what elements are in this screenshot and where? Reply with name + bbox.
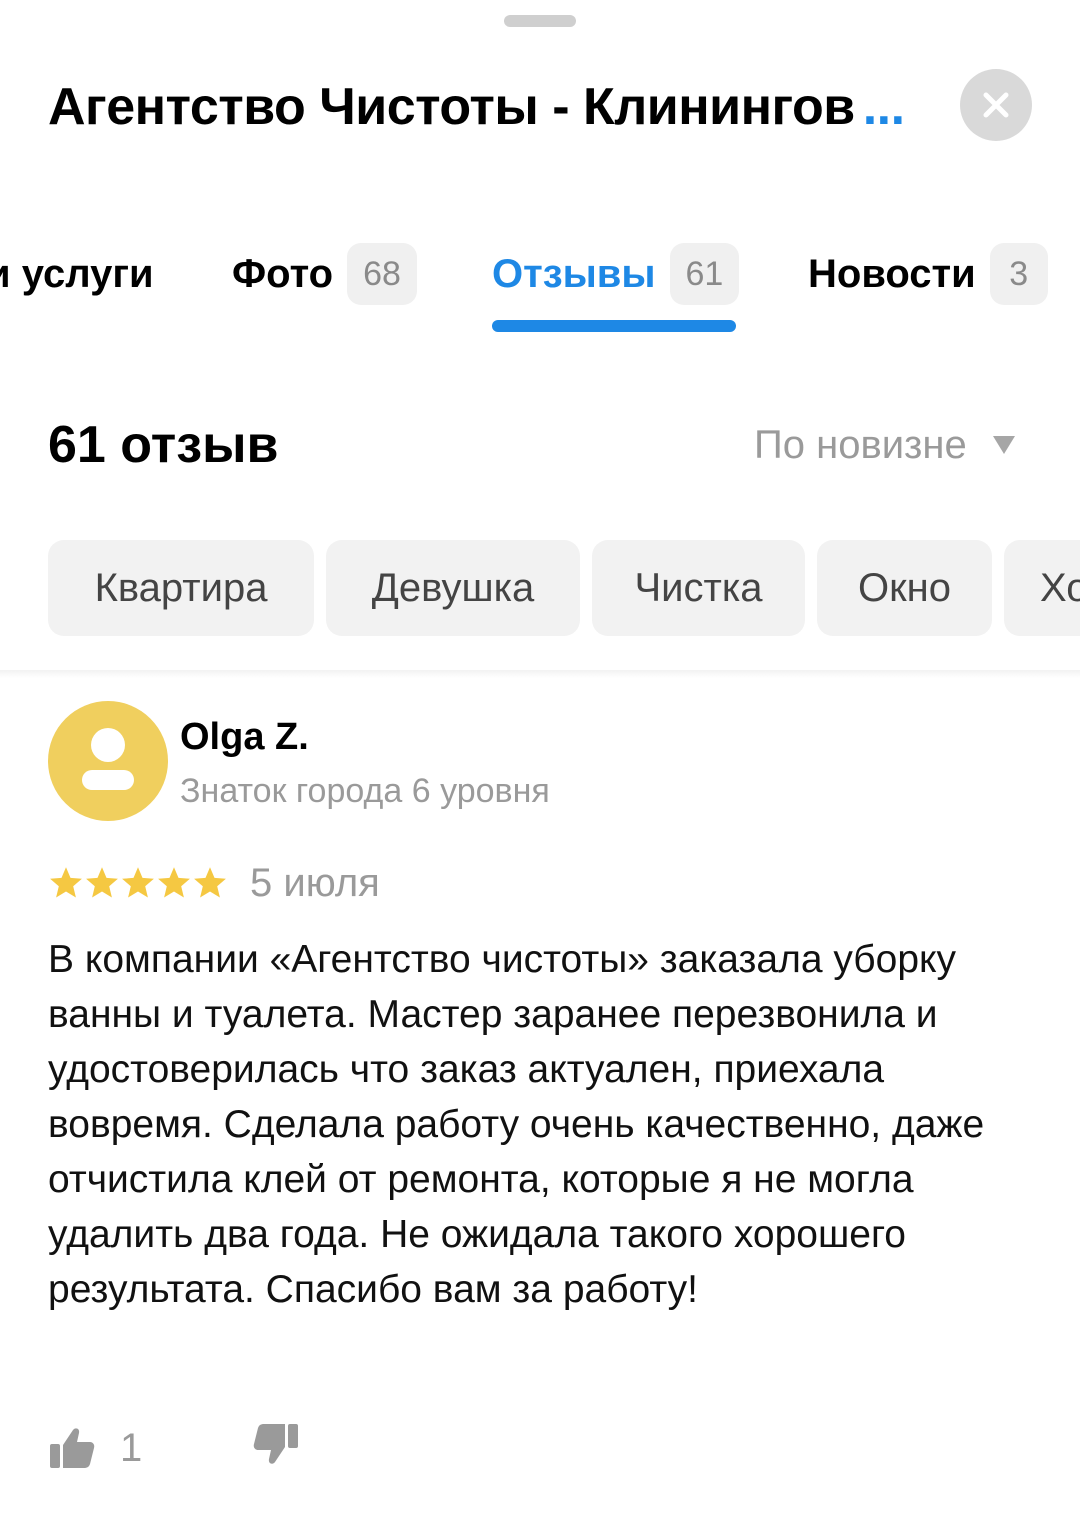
tab-news[interactable]: Новости 3 — [808, 236, 1048, 312]
triangle-down-icon — [992, 436, 1015, 454]
tab-reviews-count-badge: 61 — [669, 243, 740, 305]
star-icon — [50, 867, 82, 898]
close-icon — [983, 92, 1009, 118]
review-keyword-chips: Квартира Девушка Чистка Окно Хо — [0, 540, 1080, 636]
dislike-button[interactable] — [252, 1420, 300, 1473]
tab-photos-count-badge: 68 — [347, 243, 417, 305]
avatar[interactable] — [48, 701, 168, 821]
sort-dropdown-label: По новизне — [754, 423, 967, 467]
tab-reviews-label: Отзывы — [492, 251, 656, 296]
chip-kvartira[interactable]: Квартира — [48, 540, 314, 636]
sort-dropdown[interactable]: По новизне — [754, 420, 1015, 470]
thumbs-down-icon — [253, 1424, 298, 1464]
user-silhouette-icon — [82, 728, 134, 790]
like-button[interactable]: 1 — [48, 1418, 142, 1478]
star-rating — [48, 865, 228, 901]
star-icon — [122, 867, 154, 898]
tab-news-count-badge: 3 — [989, 243, 1048, 305]
star-icon — [86, 867, 118, 898]
tab-services[interactable]: и услуги — [0, 236, 154, 312]
star-icon — [194, 867, 226, 898]
tab-services-label: и услуги — [0, 251, 154, 296]
active-tab-indicator — [492, 320, 736, 332]
close-button[interactable] — [960, 69, 1032, 141]
business-title: Агентство Чистоты - Клинингов... — [48, 72, 928, 142]
review-date: 5 июля — [250, 860, 380, 905]
review-author-name[interactable]: Olga Z. — [180, 712, 309, 762]
chip-chistka[interactable]: Чистка — [592, 540, 805, 636]
chip-okno[interactable]: Окно — [817, 540, 992, 636]
business-title-text: Агентство Чистоты - Клинингов — [48, 78, 855, 136]
tab-news-label: Новости — [808, 251, 976, 296]
section-divider — [0, 670, 1080, 678]
sheet-drag-handle[interactable] — [504, 15, 576, 27]
chip-partial[interactable]: Хо — [1004, 540, 1080, 636]
thumbs-up-icon — [50, 1428, 95, 1468]
title-expand-ellipsis[interactable]: ... — [863, 78, 905, 136]
like-count: 1 — [120, 1425, 143, 1470]
tab-bar: и услуги Фото 68 Отзывы 61 Новости 3 — [0, 236, 1080, 336]
reviews-count-heading: 61 отзыв — [48, 416, 279, 474]
star-icon — [158, 867, 190, 898]
tab-photos[interactable]: Фото 68 — [232, 236, 417, 312]
chip-devushka[interactable]: Девушка — [326, 540, 580, 636]
review-author-level: Знаток города 6 уровня — [180, 772, 550, 810]
review-rating-row: 5 июля — [48, 858, 380, 908]
tab-photos-label: Фото — [232, 251, 334, 296]
review-text: В компании «Агентство чистоты» заказала … — [48, 938, 985, 1311]
business-reviews-sheet: Агентство Чистоты - Клинингов... и услуг… — [0, 0, 1080, 1521]
tab-reviews[interactable]: Отзывы 61 — [492, 236, 740, 312]
